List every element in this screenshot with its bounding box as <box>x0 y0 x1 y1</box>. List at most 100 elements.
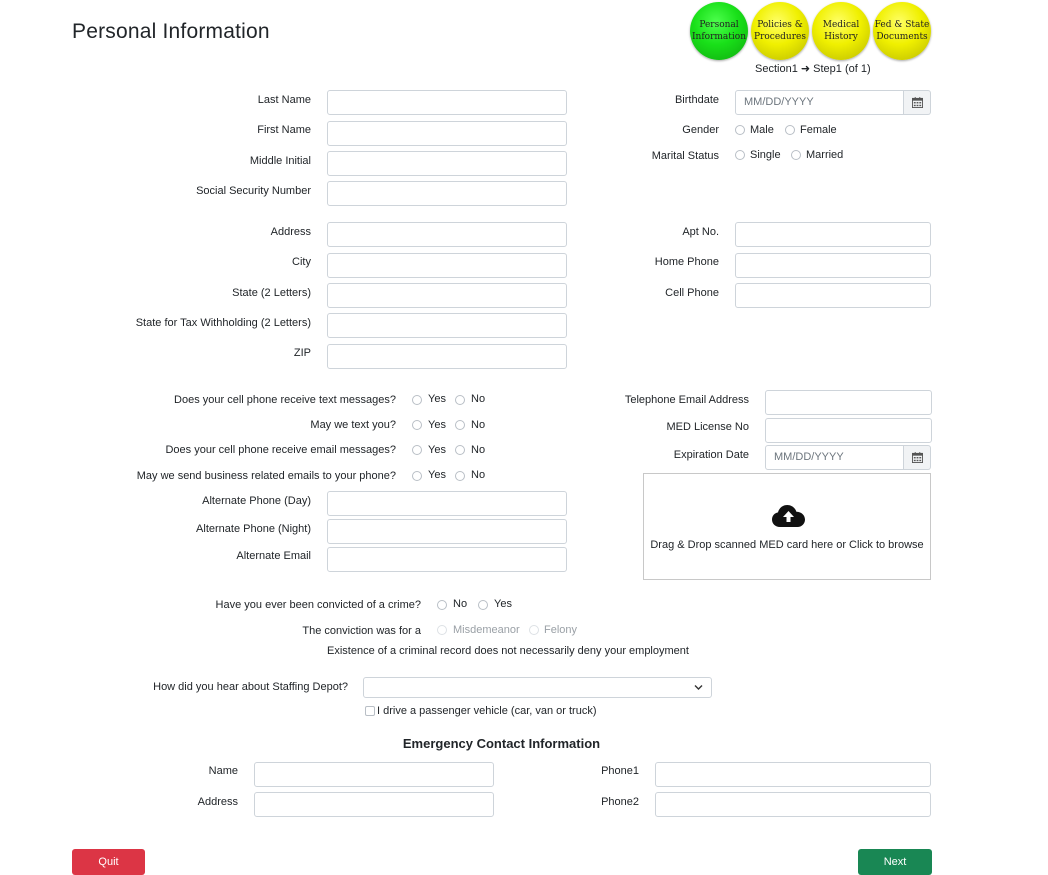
yes-label: Yes <box>428 393 446 405</box>
step-policies-procedures[interactable]: Policies & Procedures <box>751 2 809 60</box>
step-label: Personal Information <box>691 20 746 42</box>
quit-button[interactable]: Quit <box>72 849 145 875</box>
emergency-phone1-input[interactable] <box>655 762 931 787</box>
q-may-text-label: May we text you? <box>310 419 396 431</box>
no-label: No <box>471 393 486 405</box>
referral-question-label: How did you hear about Staffing Depot? <box>153 681 348 693</box>
state-label: State (2 Letters) <box>232 287 311 299</box>
conviction-type-label: The conviction was for a <box>302 625 421 637</box>
emergency-address-label: Address <box>197 796 238 808</box>
emergency-contact-heading: Emergency Contact Information <box>402 736 601 751</box>
crime-question-label: Have you ever been convicted of a crime? <box>215 599 421 611</box>
step-personal-information[interactable]: Personal Information <box>690 2 748 60</box>
no-label: No <box>471 469 486 481</box>
chevron-down-icon <box>694 685 703 690</box>
gender-female-radio[interactable] <box>785 125 795 135</box>
expiration-calendar-button[interactable] <box>904 445 931 470</box>
yes-label: Yes <box>428 469 446 481</box>
apt-label: Apt No. <box>682 226 719 238</box>
city-label: City <box>292 256 311 268</box>
marital-married-label: Married <box>806 149 844 161</box>
med-card-dropzone[interactable]: Drag & Drop scanned MED card here or Cli… <box>643 473 931 580</box>
emergency-address-input[interactable] <box>254 792 494 817</box>
marital-married-radio[interactable] <box>791 150 801 160</box>
tax-state-label: State for Tax Withholding (2 Letters) <box>135 317 311 329</box>
crime-yes-radio[interactable] <box>478 600 488 610</box>
calendar-icon <box>911 97 923 108</box>
step-medical-history[interactable]: Medical History <box>812 2 870 60</box>
birthdate-calendar-button[interactable] <box>904 90 931 115</box>
cell-phone-input[interactable] <box>735 283 931 308</box>
middle-initial-input[interactable] <box>327 151 567 176</box>
emergency-phone2-label: Phone2 <box>601 796 639 808</box>
q-may-text-yes-radio[interactable] <box>412 420 422 430</box>
q-business-emails-no-radio[interactable] <box>455 471 465 481</box>
crime-yes-label: Yes <box>494 598 512 610</box>
progress-section: Section1 <box>755 63 798 75</box>
first-name-label: First Name <box>257 124 311 136</box>
felony-label: Felony <box>544 624 578 636</box>
referral-select[interactable] <box>363 677 712 698</box>
expiration-label: Expiration Date <box>673 449 749 461</box>
emergency-phone2-input[interactable] <box>655 792 931 817</box>
med-license-label: MED License No <box>666 421 749 433</box>
home-phone-label: Home Phone <box>654 256 719 268</box>
birthdate-label: Birthdate <box>674 94 719 106</box>
no-label: No <box>471 419 486 431</box>
criminal-record-note: Existence of a criminal record does not … <box>327 645 689 657</box>
home-phone-input[interactable] <box>735 253 931 278</box>
zip-input[interactable] <box>327 344 567 369</box>
q-text-messages-no-radio[interactable] <box>455 395 465 405</box>
q-business-emails-yes-radio[interactable] <box>412 471 422 481</box>
crime-no-label: No <box>453 598 468 610</box>
q-email-messages-yes-radio[interactable] <box>412 445 422 455</box>
yes-label: Yes <box>428 444 446 456</box>
telephone-email-input[interactable] <box>765 390 932 415</box>
dropzone-text: Drag & Drop scanned MED card here or Cli… <box>650 539 924 551</box>
alt-email-input[interactable] <box>327 547 567 572</box>
misdemeanor-label: Misdemeanor <box>453 624 520 636</box>
emergency-phone1-label: Phone1 <box>601 765 639 777</box>
zip-label: ZIP <box>293 347 311 359</box>
gender-male-radio[interactable] <box>735 125 745 135</box>
misdemeanor-radio[interactable] <box>437 625 447 635</box>
q-may-text-no-radio[interactable] <box>455 420 465 430</box>
q-email-messages-no-radio[interactable] <box>455 445 465 455</box>
q-business-emails-label: May we send business related emails to y… <box>136 470 396 482</box>
first-name-input[interactable] <box>327 121 567 146</box>
q-text-messages-label: Does your cell phone receive text messag… <box>174 394 396 406</box>
vehicle-checkbox-label: I drive a passenger vehicle (car, van or… <box>377 705 597 717</box>
address-label: Address <box>270 226 311 238</box>
middle-initial-label: Middle Initial <box>249 155 311 167</box>
felony-radio[interactable] <box>529 625 539 635</box>
q-email-messages-label: Does your cell phone receive email messa… <box>165 444 396 456</box>
address-input[interactable] <box>327 222 567 247</box>
emergency-name-input[interactable] <box>254 762 494 787</box>
step-label: Medical History <box>822 20 860 42</box>
calendar-icon <box>911 452 923 463</box>
cloud-upload-icon <box>772 505 805 527</box>
state-input[interactable] <box>327 283 567 308</box>
med-license-input[interactable] <box>765 418 932 443</box>
marital-status-label: Marital Status <box>651 150 719 162</box>
alt-phone-night-input[interactable] <box>327 519 567 544</box>
emergency-name-label: Name <box>208 765 238 777</box>
expiration-date-input[interactable]: MM/DD/YYYY <box>765 445 904 470</box>
no-label: No <box>471 444 486 456</box>
q-text-messages-yes-radio[interactable] <box>412 395 422 405</box>
alt-phone-day-label: Alternate Phone (Day) <box>202 495 311 507</box>
tax-state-input[interactable] <box>327 313 567 338</box>
city-input[interactable] <box>327 253 567 278</box>
arrow-right-icon: ➜ <box>800 63 811 75</box>
step-fed-state-documents[interactable]: Fed & State Documents <box>873 2 931 60</box>
vehicle-checkbox[interactable] <box>365 706 375 716</box>
cell-phone-label: Cell Phone <box>665 287 719 299</box>
alt-phone-day-input[interactable] <box>327 491 567 516</box>
apt-input[interactable] <box>735 222 931 247</box>
marital-single-radio[interactable] <box>735 150 745 160</box>
ssn-input[interactable] <box>327 181 567 206</box>
last-name-input[interactable] <box>327 90 567 115</box>
next-button[interactable]: Next <box>858 849 932 875</box>
crime-no-radio[interactable] <box>437 600 447 610</box>
birthdate-input[interactable]: MM/DD/YYYY <box>735 90 904 115</box>
